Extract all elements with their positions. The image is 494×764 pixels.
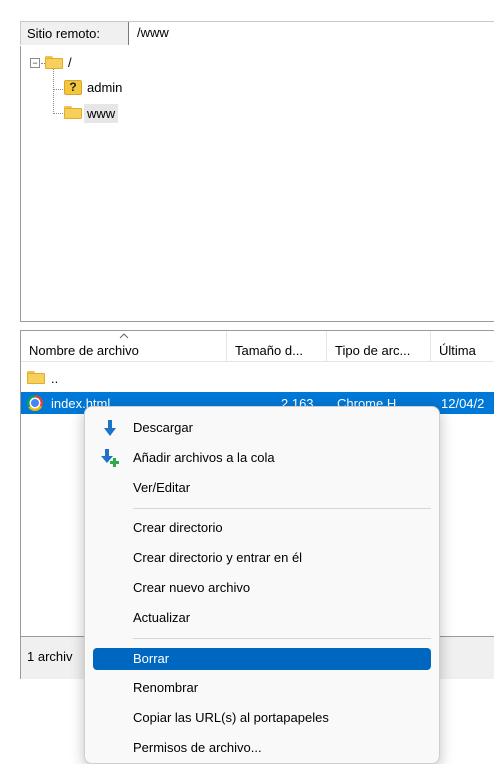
file-name: .. — [51, 371, 59, 386]
column-header-size[interactable]: Tamaño d... — [227, 331, 327, 361]
question-folder-icon: ? — [64, 80, 82, 95]
menu-item-copy-urls[interactable]: Copiar las URL(s) al portapapeles — [93, 705, 431, 731]
tree-connector-line — [53, 113, 63, 114]
remote-directory-tree: − / ? admin www — [20, 46, 494, 322]
tree-item-admin[interactable]: admin — [87, 80, 122, 95]
file-row-parent[interactable]: .. — [21, 369, 494, 391]
menu-item-create-and-enter-directory[interactable]: Crear directorio y entrar en él — [93, 545, 431, 571]
chrome-icon — [27, 395, 43, 411]
column-header-name[interactable]: Nombre de archivo — [21, 331, 227, 361]
status-text: 1 archiv — [27, 649, 73, 664]
menu-item-create-directory[interactable]: Crear directorio — [93, 515, 431, 541]
menu-item-view-edit[interactable]: Ver/Editar — [93, 475, 431, 501]
file-list-header: Nombre de archivo Tamaño d... Tipo de ar… — [21, 331, 494, 362]
menu-separator — [133, 638, 431, 639]
folder-icon — [27, 371, 45, 384]
remote-path-input[interactable]: /www — [128, 22, 494, 45]
menu-item-rename[interactable]: Renombrar — [93, 675, 431, 701]
column-header-modified[interactable]: Última — [431, 331, 494, 361]
menu-item-download[interactable]: Descargar — [93, 415, 431, 441]
file-modified: 12/04/2 — [441, 396, 485, 411]
folder-icon — [64, 106, 82, 119]
add-to-queue-icon — [101, 449, 119, 467]
collapse-icon[interactable]: − — [30, 58, 40, 68]
folder-icon — [45, 56, 63, 69]
menu-item-file-permissions[interactable]: Permisos de archivo... — [93, 735, 431, 761]
menu-item-add-to-queue[interactable]: Añadir archivos a la cola — [93, 445, 431, 471]
remote-site-bar: Sitio remoto: /www — [20, 21, 494, 45]
menu-item-refresh[interactable]: Actualizar — [93, 605, 431, 631]
menu-item-create-new-file[interactable]: Crear nuevo archivo — [93, 575, 431, 601]
column-header-type[interactable]: Tipo de arc... — [327, 331, 431, 361]
tree-connector-line — [53, 89, 63, 90]
menu-separator — [133, 508, 431, 509]
tree-connector-line — [53, 68, 54, 114]
menu-item-delete[interactable]: Borrar — [93, 648, 431, 670]
remote-site-label: Sitio remoto: — [27, 26, 100, 41]
tree-item-root[interactable]: / — [68, 55, 72, 70]
download-arrow-icon — [104, 420, 116, 436]
tree-item-www[interactable]: www — [84, 104, 119, 123]
context-menu: Descargar Añadir archivos a la cola Ver/… — [84, 406, 440, 764]
